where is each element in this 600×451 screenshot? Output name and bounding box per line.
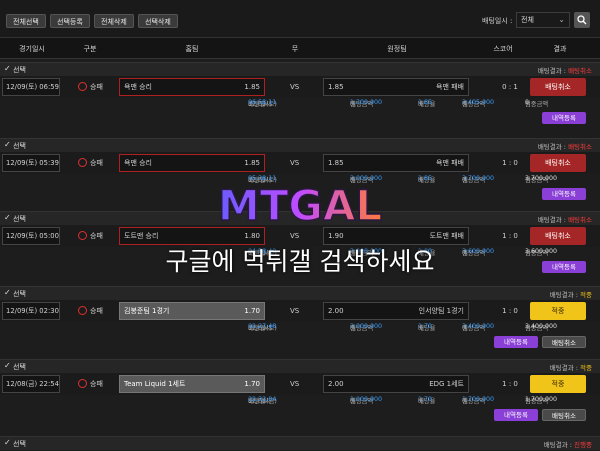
submit-history-button[interactable]: 내역등록 [542,261,586,273]
away-pick[interactable]: 2.00 EDG 1세트 [323,375,469,393]
header-type: 구분 [83,45,97,53]
bet-result-status: 배팅결과 : 배팅취소 [537,67,592,75]
home-pick[interactable]: 김봉준팀 1경기 1.70 [119,302,265,320]
home-pick[interactable]: Team Liquid 1세트 1.70 [119,375,265,393]
home-pick[interactable]: 욕맨 승리 1.85 [119,78,265,96]
checkbox[interactable]: ✓ [4,361,11,370]
bet-type: 승패 [78,373,103,395]
cancel-bet-button[interactable]: 배팅취소 [542,409,586,421]
delete-selected-button[interactable]: 선택삭제 [138,14,178,28]
vs-label: VS [290,232,300,240]
away-pick[interactable]: 1.85 욕맨 패배 [323,78,469,96]
search-icon [577,15,587,25]
select-label: 선택 [13,440,26,448]
table-row: 12/09(토) 05:00 승패 도트맨 승리 1.80 VS 1.90 도트맨 … [0,225,600,247]
away-pick[interactable]: 1.90 도트맨 패배 [323,227,469,245]
match-date: 12/09(토) 05:00 [2,227,60,245]
table-row: 12/09(토) 06:59 승패 욕맨 승리 1.85 VS 1.85 욕맨 패배… [0,76,600,98]
bet-result-status: 배팅결과 : 적중 [549,291,592,299]
table-row: 12/08(금) 22:54 승패 Team Liquid 1세트 1.70 VS… [0,373,600,395]
game-icon [78,378,87,388]
submit-history-button[interactable]: 내역등록 [542,112,586,124]
checkbox[interactable]: ✓ [4,438,11,447]
result-button[interactable]: 적중 [530,375,586,393]
vs-label: VS [290,307,300,315]
select-all-button[interactable]: 전체선택 [6,14,46,28]
bet-type: 승패 [78,300,103,322]
delete-all-button[interactable]: 전체삭제 [94,14,134,28]
match-date: 12/09(토) 05:39 [2,154,60,172]
match-date: 12/09(토) 02:30 [2,302,60,320]
bet-info: 배팅일시 12/09(토) 05:38:11 배팅금액 2,000,000 원 배… [248,175,558,184]
section-header: ✓ 선택 배팅결과 : 적중 [0,359,600,373]
header-home: 홈팀 [185,45,199,53]
submit-history-button[interactable]: 내역등록 [494,336,538,348]
toolbar: 전체선택 선택등록 전체삭제 선택삭제 배팅일시 : 전체 ⌄ [0,0,600,37]
home-pick[interactable]: 도트맨 승리 1.80 [119,227,265,245]
away-pick[interactable]: 2.00 인서양팀 1경기 [323,302,469,320]
bet-type: 승패 [78,225,103,247]
section-header: ✓ 선택 배팅결과 : 배팅취소 [0,62,600,76]
bet-info: 배팅일시 12/08(금) 22:32:04 배팅금액 1,000,000 원 배… [248,396,558,405]
section-header: ✓ 선택 배팅결과 : 진행중 [0,436,600,450]
away-pick[interactable]: 1.85 욕맨 패배 [323,154,469,172]
table-header: 경기일시 구분 홈팀 무 원정팀 스코어 결과 [0,37,600,59]
bet-info: 배팅일시 12/09(토) 04:58:40 배팅금액 2,000,000 원 배… [248,248,558,257]
result-button[interactable]: 적중 [530,302,586,320]
bet-info: 배팅일시 12/09(토) 02:27:48 배팅금액 2,000,000 원 배… [248,323,558,332]
table-row: 12/09(토) 02:30 승패 김봉준팀 1경기 1.70 VS 2.00 인서… [0,300,600,322]
header-away: 원정팀 [387,45,407,53]
checkbox[interactable]: ✓ [4,64,11,73]
select-label: 선택 [13,363,26,371]
chevron-down-icon: ⌄ [558,15,565,24]
submit-history-button[interactable]: 내역등록 [542,188,586,200]
bet-result-status: 배팅결과 : 적중 [549,364,592,372]
date-filter-label: 배팅일시 : [482,17,513,25]
bet-type: 승패 [78,76,103,98]
bet-result-status: 배팅결과 : 배팅취소 [537,216,592,224]
match-date: 12/08(금) 22:54 [2,375,60,393]
header-score: 스코어 [493,45,513,53]
bet-info: 배팅일시 12/09(토) 06:58:11 배팅금액 1,300,000 원 배… [248,99,549,108]
search-button[interactable] [574,12,590,28]
vs-label: VS [290,159,300,167]
game-icon [78,81,87,91]
header-match-time: 경기일시 [19,45,45,53]
game-icon [78,157,87,167]
select-label: 선택 [13,142,26,150]
bet-section: ✓ 선택 배팅결과 : 진행중 [0,436,600,451]
section-header: ✓ 선택 배팅결과 : 적중 [0,286,600,300]
result-button[interactable]: 배팅취소 [530,78,586,96]
bet-type: 승패 [78,152,103,174]
checkbox[interactable]: ✓ [4,140,11,149]
date-filter-value: 전체 [521,16,534,24]
header-result: 결과 [553,45,567,53]
header-draw: 무 [291,45,299,53]
section-header: ✓ 선택 배팅결과 : 배팅취소 [0,211,600,225]
game-icon [78,305,87,315]
select-label: 선택 [13,215,26,223]
result-button[interactable]: 배팅취소 [530,154,586,172]
match-date: 12/09(토) 06:59 [2,78,60,96]
result-button[interactable]: 배팅취소 [530,227,586,245]
table-row: 12/09(토) 05:39 승패 욕맨 승리 1.85 VS 1.85 욕맨 패배… [0,152,600,174]
game-icon [78,230,87,240]
checkbox[interactable]: ✓ [4,288,11,297]
home-pick[interactable]: 욕맨 승리 1.85 [119,154,265,172]
section-header: ✓ 선택 배팅결과 : 배팅취소 [0,138,600,152]
checkbox[interactable]: ✓ [4,213,11,222]
date-filter-select[interactable]: 전체 ⌄ [516,12,570,28]
cancel-bet-button[interactable]: 배팅취소 [542,336,586,348]
select-label: 선택 [13,66,26,74]
select-label: 선택 [13,290,26,298]
bet-result-status: 배팅결과 : 진행중 [543,441,592,449]
register-selected-button[interactable]: 선택등록 [50,14,90,28]
submit-history-button[interactable]: 내역등록 [494,409,538,421]
bet-result-status: 배팅결과 : 배팅취소 [537,143,592,151]
vs-label: VS [290,83,300,91]
vs-label: VS [290,380,300,388]
